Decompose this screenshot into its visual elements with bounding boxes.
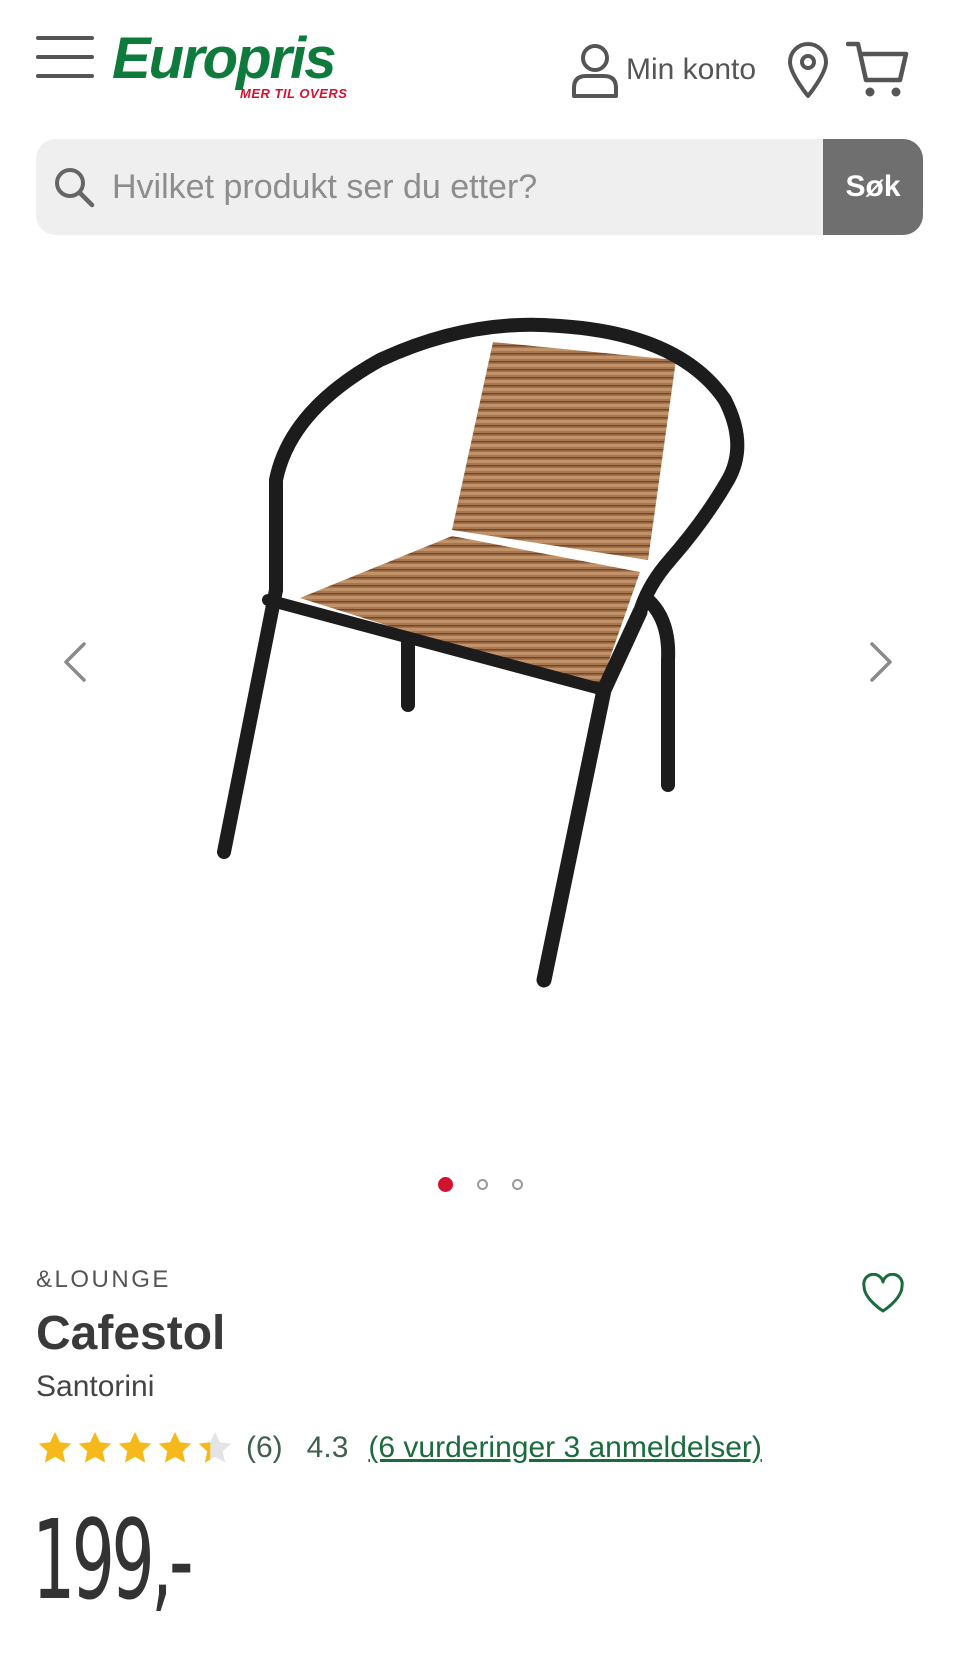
chevron-right-icon[interactable] xyxy=(860,632,900,692)
product-price: 199,- xyxy=(32,1496,194,1624)
product-brand: &LOUNGE xyxy=(36,1266,171,1293)
star-icon xyxy=(78,1431,112,1463)
search-input[interactable] xyxy=(112,139,852,235)
rating-value: 4.3 xyxy=(306,1431,349,1464)
logo-wordmark: Europris xyxy=(112,26,336,91)
product-title: Cafestol xyxy=(36,1307,226,1360)
europris-logo[interactable]: Europris MER TIL OVERS xyxy=(112,30,352,110)
store-locator-button[interactable] xyxy=(786,40,830,100)
search-button[interactable]: Søk xyxy=(823,139,923,235)
heart-icon[interactable] xyxy=(860,1273,906,1315)
star-icon xyxy=(158,1431,192,1463)
search-bar: Søk xyxy=(36,139,923,235)
product-rating: (6) 4.3 (6 vurderinger 3 anmeldelser) xyxy=(36,1426,762,1470)
cart-button[interactable] xyxy=(845,38,910,100)
location-pin-icon xyxy=(788,42,828,98)
product-subtitle: Santorini xyxy=(36,1370,155,1403)
gallery-dot-3[interactable] xyxy=(511,1179,523,1190)
cart-icon xyxy=(845,41,909,97)
menu-icon[interactable] xyxy=(36,34,94,80)
star-icon xyxy=(38,1431,72,1463)
gallery-dot-2[interactable] xyxy=(476,1179,488,1190)
chevron-left-icon[interactable] xyxy=(56,632,96,692)
rating-count: (6) xyxy=(246,1431,283,1464)
logo-tagline: MER TIL OVERS xyxy=(240,86,348,101)
star-icon xyxy=(118,1431,152,1463)
star-rating xyxy=(36,1429,234,1467)
account-label: Min konto xyxy=(626,53,757,86)
product-image xyxy=(217,317,745,988)
gallery-dot-1[interactable] xyxy=(437,1177,453,1192)
reviews-link[interactable]: (6 vurderinger 3 anmeldelser) xyxy=(368,1431,762,1465)
user-icon xyxy=(572,44,618,98)
my-account-link[interactable]: Min konto xyxy=(570,40,756,100)
gallery-pagination xyxy=(0,1175,960,1195)
product-image-gallery[interactable] xyxy=(0,260,960,1160)
star-half-icon xyxy=(198,1431,232,1463)
search-icon xyxy=(55,168,95,208)
